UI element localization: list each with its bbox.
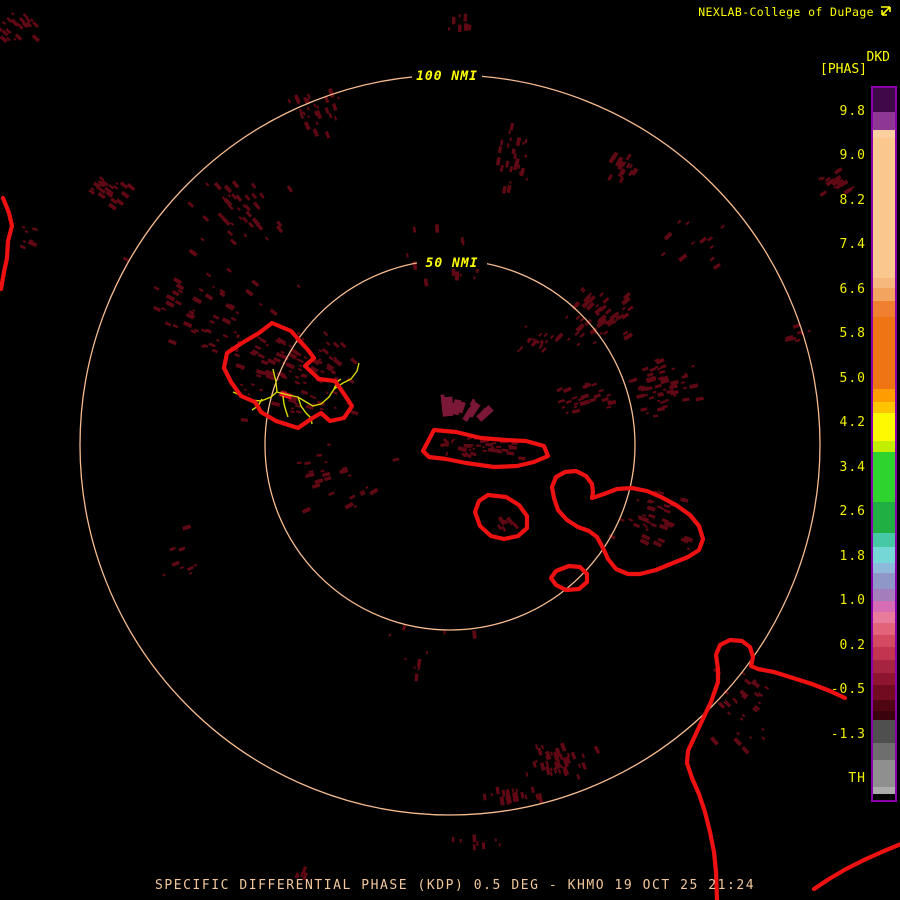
range-ring-label: 100 NMI: [416, 69, 478, 84]
radar-map: 100 NMI 50 NMI: [0, 12, 900, 900]
color-scale-tick: 9.0: [839, 148, 866, 163]
color-scale-segment: [873, 402, 895, 413]
color-scale-segment: [873, 573, 895, 589]
color-scale-tick: TH: [848, 771, 866, 786]
color-scale-segment: [873, 743, 895, 760]
color-scale-segment: [873, 685, 895, 700]
color-scale-segment: [873, 130, 895, 138]
color-scale-segment: [873, 700, 895, 711]
color-scale-tick: 0.2: [839, 638, 866, 653]
color-scale-segment: [873, 787, 895, 794]
color-scale-tick: 8.2: [839, 193, 866, 208]
color-scale-segment: [873, 612, 895, 623]
color-scale-segment: [873, 563, 895, 573]
color-scale-segment: [873, 138, 895, 278]
color-scale-segment: [873, 660, 895, 673]
color-scale-segment: [873, 635, 895, 647]
brand-text: NEXLAB-College of DuPage: [698, 5, 874, 19]
status-bar-text: SPECIFIC DIFFERENTIAL PHASE (KDP) 0.5 DE…: [155, 878, 756, 893]
island-outline-maui: [549, 468, 706, 577]
color-scale-tick: 6.6: [839, 282, 866, 297]
color-scale-segment: [873, 112, 895, 130]
color-scale-segment: [873, 623, 895, 635]
color-scale-segment: [873, 413, 895, 441]
color-scale-segment: [873, 720, 895, 743]
color-scale-segment: [873, 760, 895, 787]
color-scale-tick: 5.0: [839, 371, 866, 386]
color-scale-segment: [873, 533, 895, 547]
color-scale-tick: 4.2: [839, 415, 866, 430]
color-scale-segment: [873, 278, 895, 288]
color-scale-tick: 5.8: [839, 326, 866, 341]
color-scale-segment: [873, 288, 895, 301]
color-scale-segment: [873, 452, 895, 502]
cod-logo-icon: [881, 6, 891, 16]
color-scale-segment: [873, 301, 895, 317]
color-scale-tick: 2.6: [839, 504, 866, 519]
color-scale-segment: [873, 502, 895, 533]
island-outline-kauai-east-coast: [0, 195, 15, 292]
color-scale-bar: [871, 86, 897, 802]
island-outline-hawaii-north-coast: [684, 637, 848, 900]
color-scale-tick: 1.0: [839, 593, 866, 608]
color-scale-segment: [873, 673, 895, 685]
color-scale-tick: 1.8: [839, 549, 866, 564]
color-scale-segment: [873, 647, 895, 660]
island-outline-molokai: [420, 427, 551, 470]
color-scale-tick: 3.4: [839, 460, 866, 475]
color-scale-tick: -1.3: [830, 727, 866, 742]
product-code-label: DKD: [866, 50, 890, 65]
island-outline-oahu: [221, 320, 355, 431]
color-scale-tick: 7.4: [839, 237, 866, 252]
color-scale-segment: [873, 589, 895, 601]
color-scale-segment: [873, 88, 895, 112]
color-scale-segment: [873, 317, 895, 389]
color-scale-tick: 9.8: [839, 104, 866, 119]
color-scale-segment: [873, 389, 895, 402]
radar-viewer: 100 NMI 50 NMI NEXLAB-College of DuPage D…: [0, 0, 900, 900]
color-scale-segment: [873, 547, 895, 563]
range-ring-label: 50 NMI: [426, 256, 479, 271]
color-scale-segment: [873, 601, 895, 612]
island-outline-hawaii-east-coast: [811, 842, 900, 892]
color-scale-segment: [873, 794, 895, 800]
road-line: [282, 395, 289, 418]
product-units-label: [PHAS]: [820, 62, 867, 77]
color-scale-segment: [873, 711, 895, 720]
color-scale-tick: -0.5: [830, 682, 866, 697]
color-scale-segment: [873, 441, 895, 452]
